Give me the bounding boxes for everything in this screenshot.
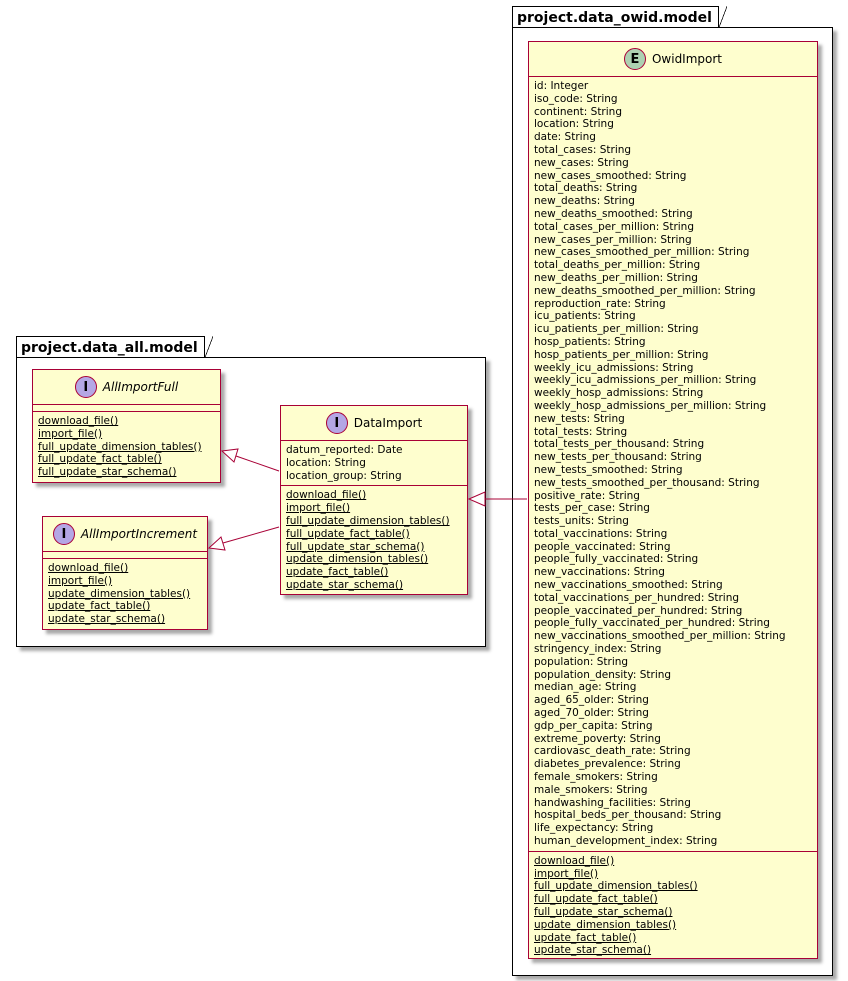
generalization-arrowhead-icon xyxy=(220,448,239,463)
relationship-layer xyxy=(207,448,527,551)
generalization-arrowhead-icon xyxy=(467,491,486,507)
generalization-dataimport-to-allimportincrement xyxy=(222,526,280,544)
generalization-arrowhead-icon xyxy=(207,536,226,551)
generalization-dataimport-to-allimportfull xyxy=(235,455,280,472)
